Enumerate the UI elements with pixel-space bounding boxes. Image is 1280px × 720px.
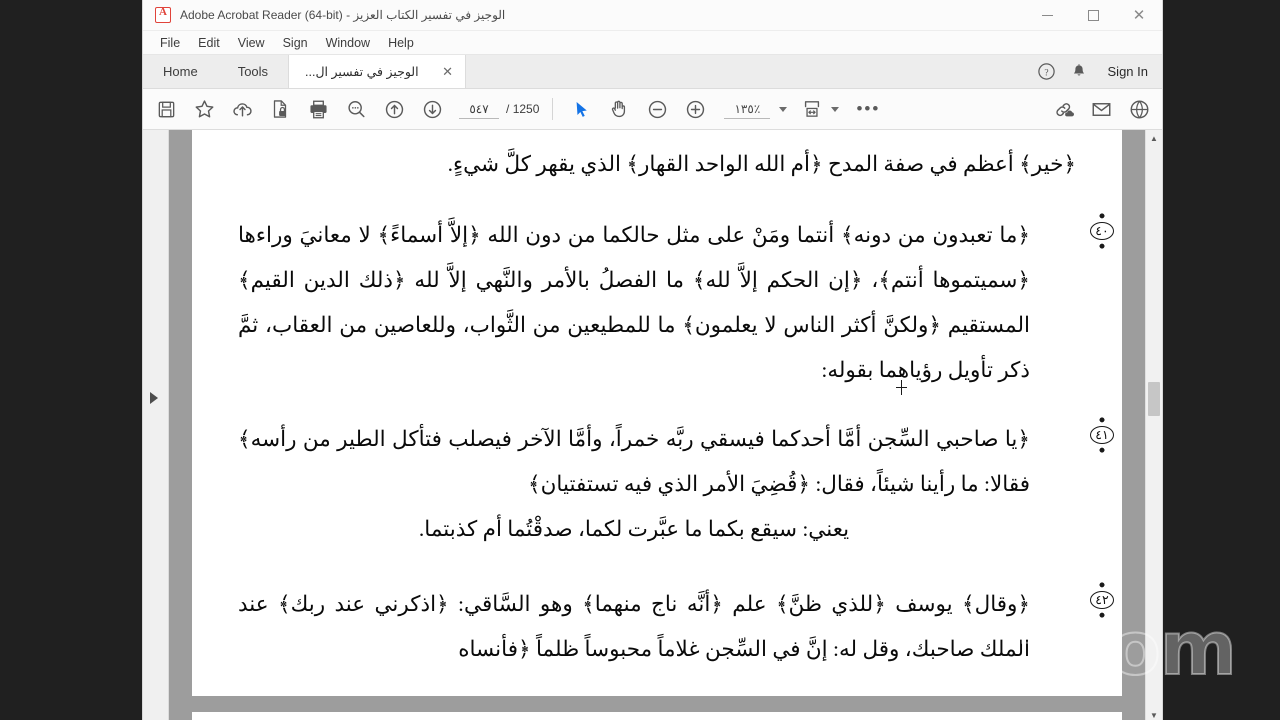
account-button[interactable] xyxy=(1120,93,1158,125)
expand-navigation-pane-arrow-icon[interactable] xyxy=(150,392,158,404)
tab-strip-right-group: ? Sign In xyxy=(1037,55,1162,88)
tab-tools[interactable]: Tools xyxy=(218,55,288,88)
upload-to-cloud-button[interactable] xyxy=(223,93,261,125)
document-tab-label: الوجيز في تفسير ال... xyxy=(305,65,419,79)
account-globe-icon xyxy=(1130,100,1148,118)
page-navigation-group: / 1250 xyxy=(459,99,540,119)
title-bar: الوجيز في تفسير الكتاب العزيز - Adobe Ac… xyxy=(143,0,1162,31)
document-viewer[interactable]: ﴿خير﴾ أعظم في صفة المدح ﴿أم الله الواحد … xyxy=(169,130,1145,720)
acrobat-reader-window: الوجيز في تفسير الكتاب العزيز - Adobe Ac… xyxy=(143,0,1162,720)
save-floppy-icon xyxy=(158,101,174,117)
menu-help[interactable]: Help xyxy=(379,33,423,53)
acrobat-pdf-icon xyxy=(155,6,171,23)
maximize-icon xyxy=(1087,9,1099,21)
paragraph-0: ﴿خير﴾ أعظم في صفة المدح ﴿أم الله الواحد … xyxy=(238,142,1076,187)
zoom-level-input[interactable] xyxy=(724,99,771,119)
vertical-scrollbar[interactable]: ▲ ▼ xyxy=(1145,130,1162,720)
work-area: ﴿خير﴾ أعظم في صفة المدح ﴿أم الله الواحد … xyxy=(143,130,1162,720)
navigation-pane[interactable] xyxy=(143,130,169,720)
minus-circle-icon xyxy=(648,100,667,118)
ayah-marker-42: ٤٢ xyxy=(1084,582,1120,618)
more-tools-button[interactable]: ••• xyxy=(849,93,887,125)
notification-bell-icon[interactable] xyxy=(1070,62,1088,81)
pdf-next-page-top xyxy=(192,712,1122,720)
paragraph-3: ٤٢ ﴿وقال﴾ يوسف ﴿للذي ظنَّ﴾ علم ﴿أنَّه نا… xyxy=(238,582,1120,672)
protect-document-button[interactable] xyxy=(261,93,299,125)
arrow-up-circle-icon xyxy=(385,100,403,118)
previous-page-button[interactable] xyxy=(375,93,413,125)
ayah-number: ٤١ xyxy=(1095,427,1109,442)
tab-strip: Home Tools الوجيز في تفسير ال... ✕ ? Sig… xyxy=(143,55,1162,89)
paragraph-3-line-0: ﴿وقال﴾ يوسف ﴿للذي ظنَّ﴾ علم ﴿أنَّه ناج م… xyxy=(334,592,1031,616)
text-cursor xyxy=(896,380,907,395)
ayah-number: ٤٢ xyxy=(1095,592,1109,607)
plus-circle-icon xyxy=(686,100,705,118)
menu-bar: File Edit View Sign Window Help xyxy=(143,31,1162,55)
minimize-button[interactable] xyxy=(1024,0,1070,30)
help-circle-icon[interactable]: ? xyxy=(1037,62,1056,81)
envelope-icon xyxy=(1092,102,1110,116)
menu-file[interactable]: File xyxy=(151,33,189,53)
cloud-upload-icon xyxy=(232,102,252,117)
pdf-page: ﴿خير﴾ أعظم في صفة المدح ﴿أم الله الواحد … xyxy=(192,130,1122,696)
email-button[interactable] xyxy=(1082,93,1120,125)
ayah-marker-40: ٤٠ xyxy=(1084,213,1120,249)
share-link-button[interactable] xyxy=(1044,93,1082,125)
arrow-down-circle-icon xyxy=(423,100,441,118)
select-tool-button[interactable] xyxy=(562,93,600,125)
ayah-number: ٤٠ xyxy=(1095,223,1109,238)
find-button[interactable] xyxy=(337,93,375,125)
sign-in-button[interactable]: Sign In xyxy=(1102,64,1154,79)
minimize-icon xyxy=(1041,14,1053,16)
maximize-button[interactable] xyxy=(1070,0,1116,30)
document-tab[interactable]: الوجيز في تفسير ال... ✕ xyxy=(288,55,467,88)
share-link-cloud-icon xyxy=(1055,102,1074,116)
close-tab-icon[interactable]: ✕ xyxy=(440,65,455,78)
zoom-in-button[interactable] xyxy=(676,93,714,125)
scroll-down-arrow-icon[interactable]: ▼ xyxy=(1146,707,1162,720)
close-button[interactable]: ✕ xyxy=(1116,0,1162,30)
page-number-input[interactable] xyxy=(459,99,499,119)
svg-text:?: ? xyxy=(1044,68,1048,78)
ayah-marker-41: ٤١ xyxy=(1084,417,1120,453)
toolbar-right-group xyxy=(1044,93,1158,125)
printer-icon xyxy=(309,100,327,118)
menu-edit[interactable]: Edit xyxy=(189,33,229,53)
chevron-down-icon[interactable] xyxy=(779,106,788,112)
zoom-out-button[interactable] xyxy=(638,93,676,125)
cursor-arrow-icon xyxy=(576,101,587,117)
fit-page-chevron-down-icon[interactable] xyxy=(831,106,840,112)
window-title: الوجيز في تفسير الكتاب العزيز - Adobe Ac… xyxy=(180,8,506,22)
more-ellipsis-icon: ••• xyxy=(856,98,881,118)
paragraph-2-line-0: ﴿يا صاحبي السِّجن أمَّا أحدكما فيسقي ربَ… xyxy=(392,427,1031,451)
menu-sign[interactable]: Sign xyxy=(274,33,317,53)
scroll-up-arrow-icon[interactable]: ▲ xyxy=(1146,130,1162,146)
save-button[interactable] xyxy=(147,93,185,125)
paragraph-2-line-2: يعني: سيقع بكما ما عبَّرت لكما، صدقْتُما… xyxy=(418,517,850,541)
paragraph-1-line-0: ﴿ما تعبدون من دونه﴾ أنتما ومَنْ على مثل … xyxy=(377,223,1031,247)
document-lock-icon xyxy=(273,100,287,118)
fit-page-button[interactable] xyxy=(795,93,829,125)
fit-page-icon xyxy=(805,101,820,117)
next-page-button[interactable] xyxy=(413,93,451,125)
window-controls: ✕ xyxy=(1024,0,1162,30)
paragraph-1: ٤٠ ﴿ما تعبدون من دونه﴾ أنتما ومَنْ على م… xyxy=(238,213,1120,393)
print-button[interactable] xyxy=(299,93,337,125)
close-icon: ✕ xyxy=(1132,6,1146,24)
paragraph-0-line-0: ﴿خير﴾ أعظم في صفة المدح ﴿أم الله الواحد … xyxy=(447,152,1076,176)
page-count-label: / 1250 xyxy=(506,102,540,116)
zoom-level-group xyxy=(724,99,788,119)
star-icon xyxy=(195,99,213,118)
hand-pan-icon xyxy=(612,100,626,118)
hand-tool-button[interactable] xyxy=(600,93,638,125)
main-toolbar: / 1250 xyxy=(143,89,1162,130)
add-to-favorites-button[interactable] xyxy=(185,93,223,125)
search-magnifier-icon xyxy=(347,100,365,117)
vertical-scroll-thumb[interactable] xyxy=(1148,382,1160,416)
toolbar-separator xyxy=(552,98,554,120)
tab-home[interactable]: Home xyxy=(143,55,218,88)
paragraph-2: ٤١ ﴿يا صاحبي السِّجن أمَّا أحدكما فيسقي … xyxy=(238,417,1120,552)
menu-window[interactable]: Window xyxy=(317,33,379,53)
menu-view[interactable]: View xyxy=(229,33,274,53)
